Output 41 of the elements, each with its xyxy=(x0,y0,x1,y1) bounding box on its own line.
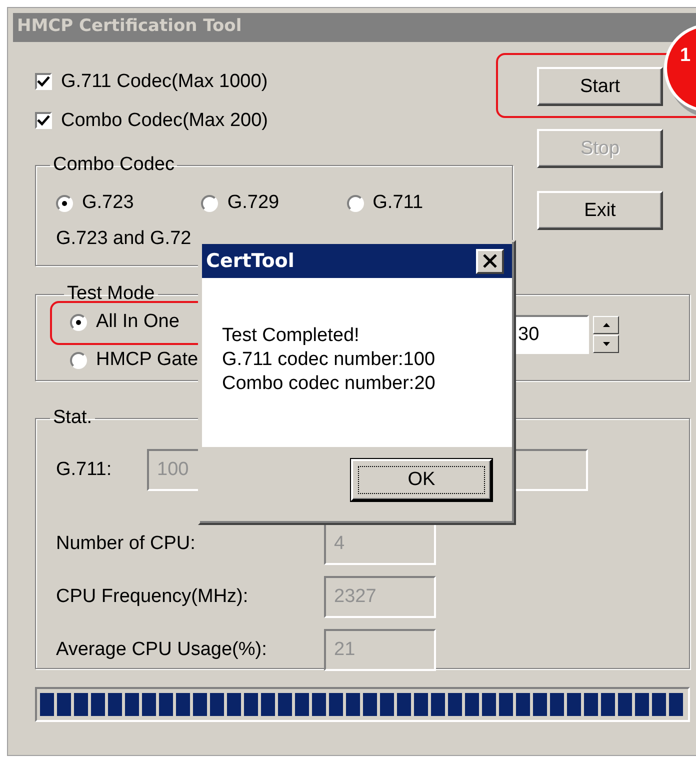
radio-button[interactable] xyxy=(70,352,87,368)
radio-label: G.711 xyxy=(372,192,424,214)
close-icon xyxy=(483,254,497,268)
radio-button[interactable] xyxy=(201,194,218,212)
up-arrow-icon xyxy=(602,323,610,327)
radio-button[interactable] xyxy=(56,194,73,212)
checkbox[interactable] xyxy=(35,112,52,129)
radio-label: G.729 xyxy=(227,192,280,214)
stat-label: G.711: xyxy=(56,459,113,481)
group-title: Combo Codec xyxy=(52,154,176,176)
radio-label: HMCP Gate xyxy=(96,349,198,371)
down-arrow-icon xyxy=(602,342,610,346)
stat-label: Number of CPU: xyxy=(56,533,196,555)
checkbox-label: Combo Codec(Max 200) xyxy=(61,110,268,132)
radio-button[interactable] xyxy=(346,194,364,212)
group-title: Test Mode xyxy=(66,283,156,305)
stat-label: Average CPU Usage(%): xyxy=(56,639,268,661)
check-icon xyxy=(37,75,50,88)
radio-label: All In One xyxy=(96,311,180,333)
spin-up-button[interactable] xyxy=(593,316,619,334)
radio-label: G.723 xyxy=(82,192,134,214)
spin-down-button[interactable] xyxy=(593,335,619,353)
action-button[interactable]: Exit xyxy=(537,191,663,230)
group-title: Stat. xyxy=(52,407,94,429)
close-button[interactable] xyxy=(476,248,504,274)
stat-label: CPU Frequency(MHz): xyxy=(56,586,250,608)
checkbox-label: G.711 Codec(Max 1000) xyxy=(61,70,268,92)
dialog-message: G.711 codec number:100 xyxy=(222,348,436,372)
check-icon xyxy=(37,114,50,127)
action-button[interactable]: Start xyxy=(537,67,663,106)
stat-field: 2327 xyxy=(324,576,436,618)
warning-note: G.723 and G.72 xyxy=(56,228,192,250)
checkbox[interactable] xyxy=(35,73,52,90)
dialog-message: Test Completed! xyxy=(222,324,360,348)
ok-button[interactable]: OK xyxy=(351,459,492,501)
dialog-message: Combo codec number:20 xyxy=(222,372,436,396)
radio-button[interactable] xyxy=(70,314,87,330)
stat-field: 21 xyxy=(324,629,436,671)
window-title: HMCP Certification Tool xyxy=(13,13,696,42)
stat-field: 4 xyxy=(324,523,436,565)
dialog-title: CertTool xyxy=(206,250,294,272)
